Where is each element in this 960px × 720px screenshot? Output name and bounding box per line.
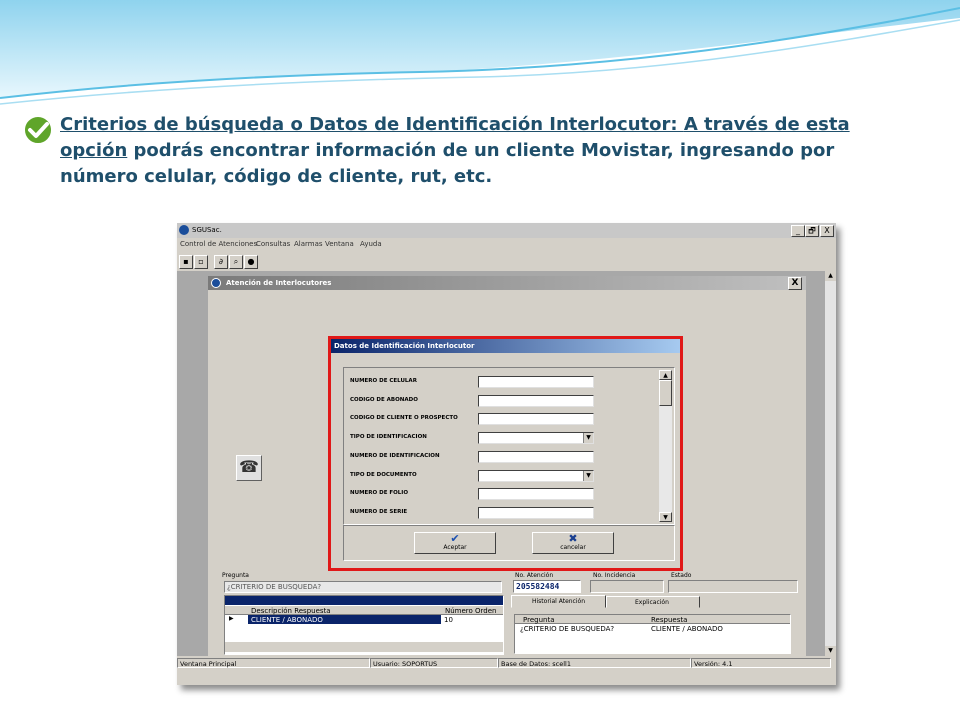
menu-bar: Control de Atenciones Consultas Alarmas … [177, 238, 836, 251]
menu-alarmas[interactable]: Alarmas [294, 240, 323, 248]
main-vertical-scrollbar[interactable]: ▲ ▼ [825, 271, 836, 656]
no-incidencia-label: No. Incidencia [593, 572, 636, 579]
history-grid: Pregunta Respuesta ¿CRITERIO DE BUSQUEDA… [514, 614, 791, 654]
status-base-datos: Base de Datos: scell1 [498, 658, 691, 668]
pregunta-label: Pregunta [222, 572, 249, 579]
new-document-icon[interactable]: ▫ [194, 255, 208, 269]
app-logo-icon [179, 225, 189, 235]
history-header: Pregunta Respuesta [515, 615, 790, 624]
interlocutor-titlebar: Atención de Interlocutores X [208, 276, 806, 290]
estado-label: Estado [671, 572, 692, 579]
status-bar: Ventana Principal Usuario: SOPORTUS Base… [177, 657, 836, 669]
interlocutor-close-button[interactable]: X [788, 277, 802, 290]
window-logo-icon [211, 278, 221, 288]
menu-ventana[interactable]: Ventana [325, 240, 354, 248]
restore-button[interactable]: 🗗 [805, 225, 819, 237]
bottom-strip [177, 671, 836, 685]
save-icon[interactable]: ▪ [179, 255, 193, 269]
app-title: SGUSac. [192, 226, 222, 234]
status-version: Versión: 4.1 [691, 658, 831, 668]
close-button[interactable]: X [820, 225, 834, 237]
menu-consultas[interactable]: Consultas [256, 240, 290, 248]
header-wave-decoration [0, 0, 960, 105]
grid-top-band [225, 596, 503, 605]
phone-icon[interactable]: ☎ [236, 455, 262, 481]
tab-historial[interactable]: Historial Atención [511, 595, 606, 608]
estado-field[interactable] [668, 580, 798, 593]
interlocutor-title: Atención de Interlocutores [226, 279, 332, 287]
heading-body: podrás encontrar información de un clien… [60, 140, 835, 187]
heading-title: Criterios de búsqueda o Datos de Identif… [60, 114, 684, 135]
grid-header: Descripción Respuesta Número Orden [225, 606, 503, 615]
respuesta-grid: Descripción Respuesta Número Orden ▶ CLI… [224, 595, 504, 655]
list-item[interactable]: ¿CRITERIO DE BUSQUEDA? CLIENTE / ABONADO [515, 625, 790, 634]
grid-horizontal-scrollbar[interactable] [225, 642, 503, 652]
search-icon[interactable]: ⌕ [229, 255, 243, 269]
checkmark-icon [23, 115, 53, 145]
pregunta-field[interactable]: ¿CRITERIO DE BUSQUEDA? [224, 581, 502, 593]
no-atencion-field[interactable]: 205582484 [513, 580, 581, 593]
app-titlebar: SGUSac. _ 🗗 X [177, 223, 836, 238]
description-heading: Criterios de búsqueda o Datos de Identif… [60, 112, 910, 190]
menu-control-atenciones[interactable]: Control de Atenciones [180, 240, 257, 248]
scroll-up-icon[interactable]: ▲ [825, 271, 836, 281]
status-usuario: Usuario: SOPORTUS [370, 658, 498, 668]
attach-icon[interactable]: ∂ [214, 255, 228, 269]
highlight-frame [328, 336, 683, 571]
minimize-button[interactable]: _ [791, 225, 805, 237]
table-row[interactable]: ▶ CLIENTE / ABONADO 10 [225, 615, 503, 624]
scroll-down-icon[interactable]: ▼ [825, 646, 836, 656]
tab-explicacion[interactable]: Explicación [606, 596, 700, 608]
status-ventana: Ventana Principal [177, 658, 370, 668]
no-atencion-label: No. Atención [515, 572, 554, 579]
no-incidencia-field[interactable] [590, 580, 664, 593]
phone-tool-icon[interactable]: ● [244, 255, 258, 269]
menu-ayuda[interactable]: Ayuda [360, 240, 382, 248]
